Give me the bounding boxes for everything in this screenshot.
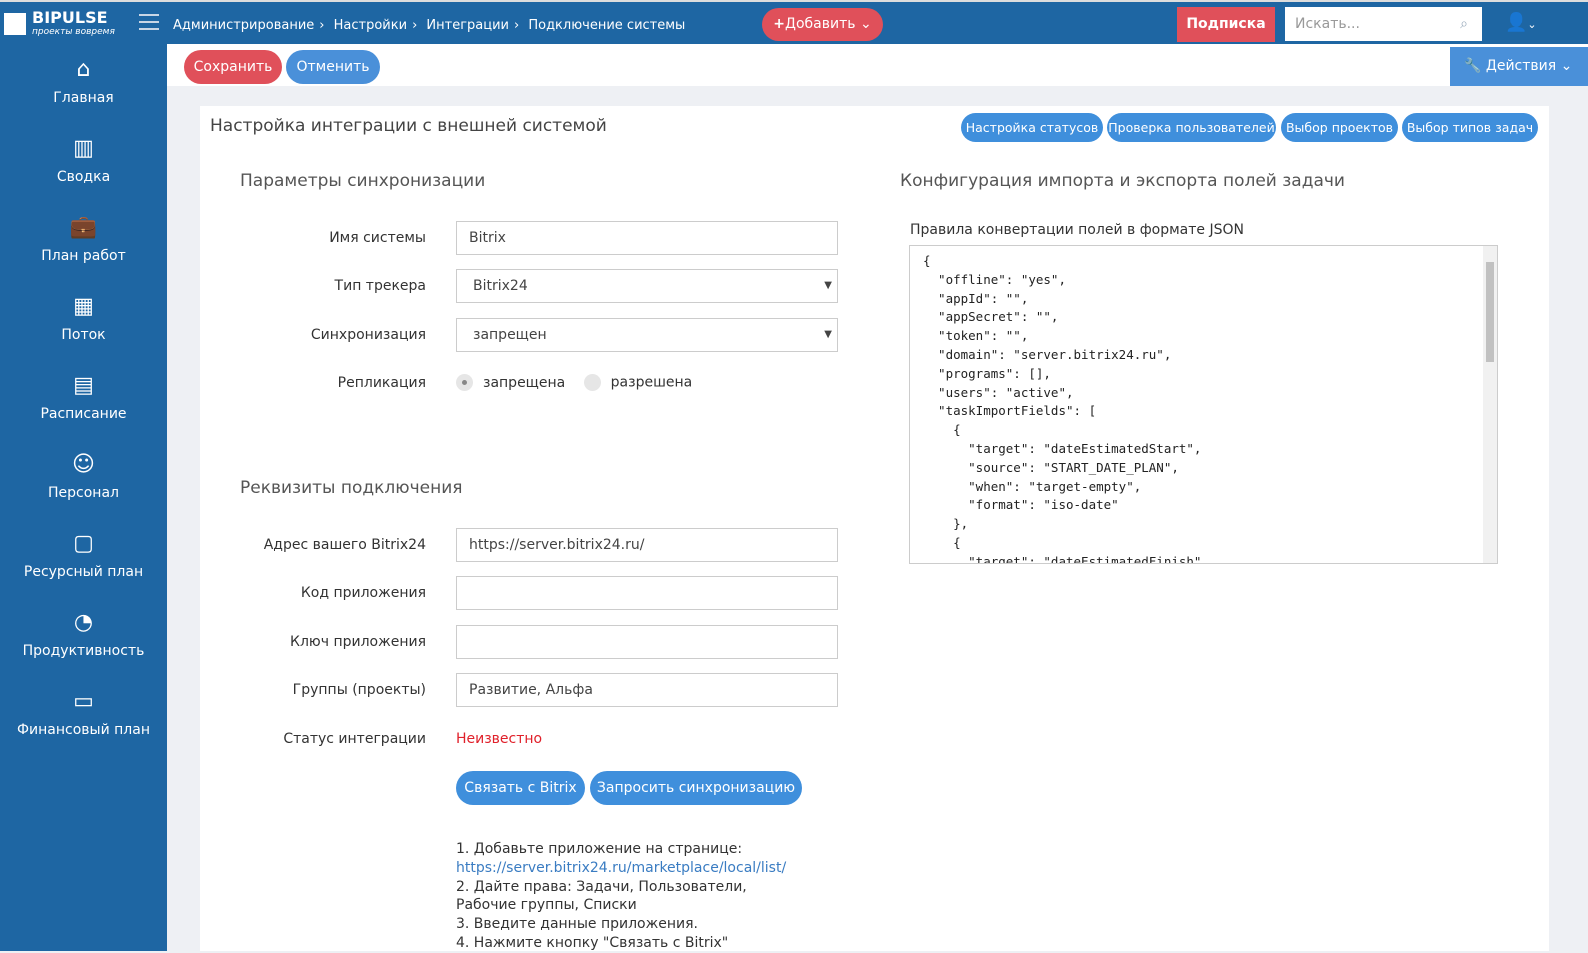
sidebar-icon: ⌂ <box>76 57 91 82</box>
connection-section-title: Реквизиты подключения <box>240 478 463 498</box>
marketplace-link[interactable]: https://server.bitrix24.ru/marketplace/l… <box>456 860 786 876</box>
sidebar-item[interactable]: ▤ Расписание <box>0 360 167 439</box>
sidebar-item-label: Поток <box>61 327 106 343</box>
breadcrumb-item[interactable]: Настройки <box>334 18 407 33</box>
label: Код приложения <box>300 585 426 601</box>
chevron-down-icon: ⌄ <box>859 16 872 32</box>
app-key-input[interactable] <box>456 625 838 659</box>
user-icon: 👤 <box>1505 12 1528 33</box>
sidebar-item-label: Главная <box>53 90 114 106</box>
replication-off-radio[interactable] <box>456 374 473 391</box>
breadcrumb-item[interactable]: Администрирование <box>173 18 314 33</box>
integration-card: Настройка интеграции с внешней системой … <box>200 106 1549 951</box>
tab-select-projects[interactable]: Выбор проектов <box>1281 113 1398 142</box>
sidebar-item[interactable]: ◔ Продуктивность <box>0 597 167 676</box>
sidebar-icon: ▦ <box>73 294 94 319</box>
label: Статус интеграции <box>283 731 426 747</box>
sidebar-item-label: Ресурсный план <box>23 564 144 580</box>
cancel-button[interactable]: Отменить <box>286 50 380 84</box>
search-icon[interactable]: ⌕ <box>1460 7 1468 41</box>
save-button[interactable]: Сохранить <box>184 50 282 84</box>
sidebar-icon: 💼 <box>69 215 98 240</box>
wrench-icon: 🔧 <box>1464 58 1482 74</box>
plus-icon: + <box>773 16 786 32</box>
sidebar-item-label: Персонал <box>48 485 119 501</box>
label: Адрес вашего Bitrix24 <box>263 537 426 553</box>
sidebar-icon: ▢ <box>73 531 94 556</box>
sidebar-item-label: Финансовый план <box>17 722 150 738</box>
sidebar-item[interactable]: 💼 План работ <box>0 202 167 281</box>
subscribe-button[interactable]: Подписка <box>1177 7 1275 42</box>
sidebar-icon: ◔ <box>73 610 94 635</box>
label: Тип трекера <box>334 278 426 294</box>
user-menu[interactable]: 👤⌄ <box>1505 12 1537 33</box>
chevron-down-icon: ⌄ <box>1527 18 1537 31</box>
sidebar-icon: ▤ <box>73 373 94 398</box>
label: Ключ приложения <box>290 634 426 650</box>
sidebar-item[interactable]: ☺ Персонал <box>0 439 167 518</box>
menu-icon[interactable] <box>139 14 159 30</box>
replication-on-radio[interactable] <box>583 374 601 391</box>
label: Имя системы <box>329 230 426 246</box>
sidebar-item-label: Сводка <box>56 169 111 185</box>
sidebar-item[interactable]: ▦ Поток <box>0 281 167 360</box>
config-section-title: Конфигурация импорта и экспорта полей за… <box>900 171 1345 191</box>
sidebar-icon: ☺ <box>72 452 95 477</box>
dropdown-arrow-icon: ▼ <box>824 280 832 291</box>
sidebar-icon: ▥ <box>73 136 94 161</box>
breadcrumb-item: Подключение системы <box>528 18 686 33</box>
sidebar-item[interactable]: ▥ Сводка <box>0 123 167 202</box>
dropdown-arrow-icon: ▼ <box>824 329 832 340</box>
link-bitrix-button[interactable]: Связать с Bitrix <box>456 771 585 805</box>
scrollbar[interactable] <box>1483 246 1497 563</box>
integration-status: Неизвестно <box>456 731 543 747</box>
search-input[interactable]: Искать... ⌕ <box>1285 7 1482 41</box>
add-button[interactable]: +Добавить ⌄ <box>762 8 883 41</box>
system-name-input[interactable]: Bitrix <box>456 221 838 255</box>
label: Группы (проекты) <box>292 682 426 698</box>
groups-input[interactable]: Развитие, Альфа <box>456 673 838 707</box>
sidebar-item[interactable]: ▢ Ресурсный план <box>0 518 167 597</box>
instructions: 1. Добавьте приложение на странице: http… <box>456 841 787 951</box>
tracker-type-select[interactable]: Bitrix24 ▼ <box>456 269 838 303</box>
logo-icon <box>4 13 26 35</box>
sync-select[interactable]: запрещен ▼ <box>456 318 838 352</box>
label: Репликация <box>337 375 426 391</box>
sidebar-item-label: Продуктивность <box>22 643 145 659</box>
top-bar: BIPULSE проекты вовремя Администрирование… <box>0 0 1588 44</box>
sidebar: ⌂ Главная ▥ Сводка 💼 План работ ▦ Поток ▤ Расписа… <box>0 44 167 951</box>
sidebar-item-label: План работ <box>41 248 126 264</box>
sync-section-title: Параметры синхронизации <box>240 171 486 191</box>
chevron-down-icon: ⌄ <box>1560 58 1573 74</box>
sidebar-item-label: Расписание <box>40 406 127 422</box>
logo[interactable]: BIPULSE проекты вовремя <box>4 10 115 39</box>
json-rules-textarea[interactable]: { "offline": "yes", "appId": "", "appSec… <box>909 245 1498 564</box>
tab-select-task-types[interactable]: Выбор типов задач <box>1402 113 1538 142</box>
sidebar-icon: ▭ <box>73 689 94 714</box>
sidebar-item[interactable]: ⌂ Главная <box>0 44 167 123</box>
label: Синхронизация <box>310 327 426 343</box>
request-sync-button[interactable]: Запросить синхронизацию <box>590 771 802 805</box>
json-label: Правила конвертации полей в формате JSON <box>910 222 1244 238</box>
tab-status-settings[interactable]: Настройка статусов <box>961 113 1103 142</box>
page-title: Настройка интеграции с внешней системой <box>210 116 607 136</box>
sidebar-item[interactable]: ▭ Финансовый план <box>0 676 167 755</box>
app-code-input[interactable] <box>456 576 838 610</box>
actions-button[interactable]: 🔧 Действия ⌄ <box>1450 47 1588 86</box>
toolbar: Сохранить Отменить 🔧 Действия ⌄ <box>167 44 1588 86</box>
breadcrumb-item[interactable]: Интеграции <box>426 18 509 33</box>
tab-check-users[interactable]: Проверка пользователей <box>1107 113 1276 142</box>
breadcrumb: Администрирование › Настройки › Интеграции… <box>173 18 686 33</box>
address-input[interactable]: https://server.bitrix24.ru/ <box>456 528 838 562</box>
